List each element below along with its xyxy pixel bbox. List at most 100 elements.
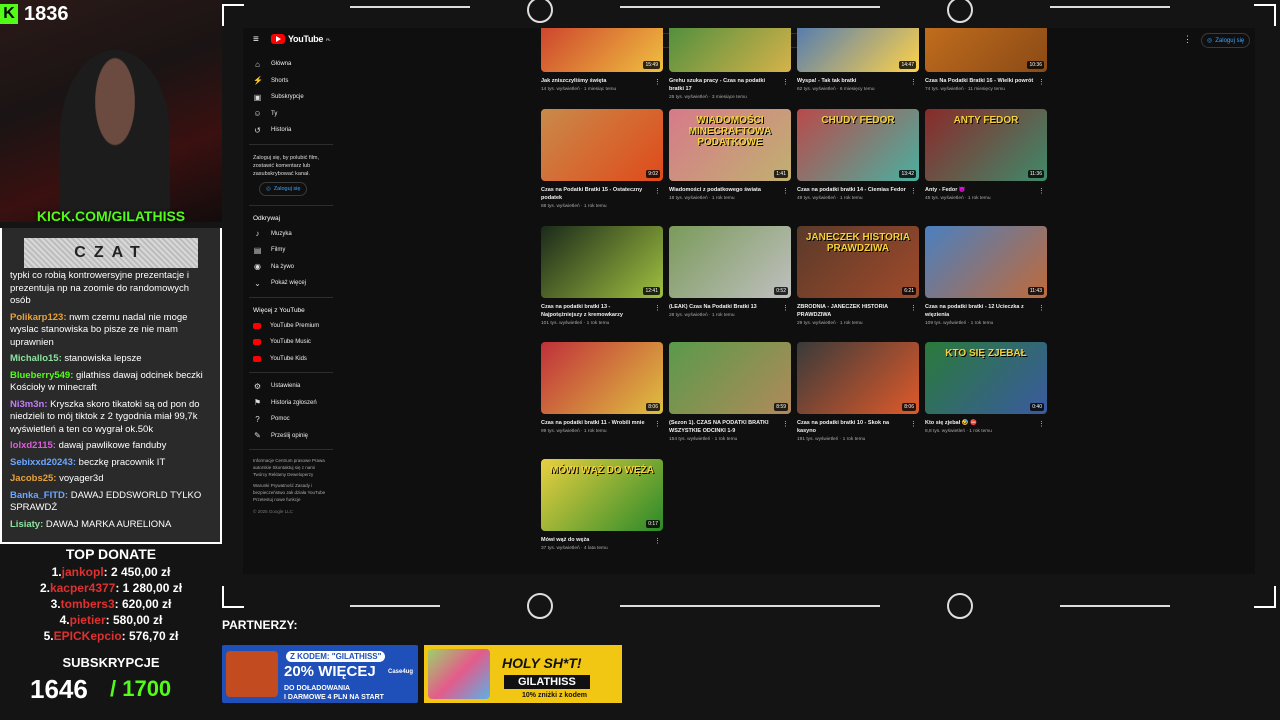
video-thumbnail[interactable]: 11:43	[925, 226, 1047, 298]
partner-banner-casehug[interactable]: Z KODEM: "GILATHISS" 20% WIĘCEJ DO DOŁAD…	[222, 645, 418, 703]
sidebar-item[interactable]: ⚙ Ustawienia	[243, 378, 339, 395]
video-title[interactable]: ZBRODNIA - JANECZEK HISTORIA PRAWDZIWA	[797, 303, 909, 319]
video-thumbnail[interactable]: 12:41	[541, 226, 663, 298]
video-card[interactable]: MÓWI WĄŻ DO WĘŻA 0:17 Mówi wąż do węża 37 t…	[541, 459, 663, 551]
video-card[interactable]: CHUDY FEDOR 13:42 Czas na podatki bratki 1…	[797, 109, 919, 201]
sidebar-signin-button[interactable]: ◎ Zaloguj się	[259, 181, 308, 196]
chat-username[interactable]: Blueberry549:	[10, 370, 73, 381]
chat-username[interactable]: Ni3m3n:	[10, 399, 47, 410]
video-thumbnail[interactable]: WIADOMOŚCI MINECRAFTOWA PODATKOWE 1:41	[669, 109, 791, 181]
chat-username[interactable]: Banka_FITD:	[10, 490, 68, 501]
youtube-logo[interactable]: YouTube PL	[271, 34, 331, 44]
video-title[interactable]: Czas na podatki bratki 14 - Ciemias Fedo…	[797, 186, 909, 194]
video-title[interactable]: Kto się zjebał 🤣 ⛔	[925, 419, 1037, 427]
sidebar-item[interactable]: ◉ Na żywo	[243, 259, 339, 276]
video-thumbnail[interactable]: 10:36	[925, 28, 1047, 72]
video-card[interactable]: 8:06 Czas na podatki bratki 11 - Wrobili …	[541, 342, 663, 434]
video-menu-icon[interactable]: ⋮	[1038, 304, 1045, 312]
chat-username[interactable]: Michallo15:	[10, 353, 62, 364]
video-card[interactable]: 10:36 Czas Na Podatki Bratki 16 - Wielki …	[925, 28, 1047, 92]
chat-username[interactable]: Lisiaty:	[10, 519, 43, 530]
video-card[interactable]: 8:59 (Sezon 1). CZAS NA PODATKI BRATKI WS…	[669, 342, 791, 442]
sidebar-item[interactable]: ⚡ Shorts	[243, 73, 339, 90]
video-title[interactable]: (Sezon 1). CZAS NA PODATKI BRATKI WSZYST…	[669, 419, 781, 435]
video-menu-icon[interactable]: ⋮	[1038, 78, 1045, 86]
video-card[interactable]: 14:47 Wyspa! - Tak tak bratki 62 tys. wyśw…	[797, 28, 919, 92]
video-title[interactable]: Czas na Podatki Bratki 15 - Ostateczny p…	[541, 186, 653, 202]
chat-username[interactable]: Polikarp123:	[10, 312, 67, 323]
sidebar-item[interactable]: ⌄ Pokaż więcej	[243, 275, 339, 292]
sidebar-item[interactable]: ▣ Subskrypcje	[243, 89, 339, 106]
chat-username[interactable]: Sebixxd20243:	[10, 457, 76, 468]
sidebar-item[interactable]: ? Pomoc	[243, 411, 339, 428]
sidebar-item[interactable]: ▤ Filmy	[243, 242, 339, 259]
video-card[interactable]: ANTY FEDOR 11:36 Anty - Fedor 👿 45 tys. wyś…	[925, 109, 1047, 201]
video-title[interactable]: Jak zniszczyliśmy święta	[541, 77, 653, 85]
chat-username[interactable]: lolxd2115:	[10, 440, 56, 451]
video-menu-icon[interactable]: ⋮	[654, 187, 661, 195]
chat-username[interactable]: Jacobs25:	[10, 473, 56, 484]
video-menu-icon[interactable]: ⋮	[1038, 187, 1045, 195]
sidebar-item[interactable]: ♪ Muzyka	[243, 226, 339, 243]
video-title[interactable]: Grehu szuka pracy - Czas na podatki brat…	[669, 77, 781, 93]
video-card[interactable]: 11:43 Czas na podatki bratki - 12 Ucieczk…	[925, 226, 1047, 326]
video-menu-icon[interactable]: ⋮	[654, 78, 661, 86]
video-menu-icon[interactable]: ⋮	[654, 420, 661, 428]
sidebar-item[interactable]: YouTube Music	[243, 334, 339, 351]
video-menu-icon[interactable]: ⋮	[1038, 420, 1045, 428]
video-thumbnail[interactable]: 9:02	[541, 109, 663, 181]
video-title[interactable]: Czas na podatki bratki 11 - Wrobili mnie	[541, 419, 653, 427]
video-thumbnail[interactable]: 8:06	[797, 342, 919, 414]
video-card[interactable]: KTO SIĘ ZJEBAŁ 0:40 Kto się zjebał 🤣 ⛔ 8,8 …	[925, 342, 1047, 434]
partner-banner-holyshit[interactable]: HOLY SH*T! GILATHISS 10% zniżki z kodem	[424, 645, 622, 703]
video-thumbnail[interactable]: ANTY FEDOR 11:36	[925, 109, 1047, 181]
sidebar-item[interactable]: ↺ Historia	[243, 122, 339, 139]
video-card[interactable]: 15:49 Jak zniszczyliśmy święta 14 tys. wyś…	[541, 28, 663, 92]
footer-links-2[interactable]: Warunki Prywatność Zasady i bezpieczeńst…	[253, 482, 329, 503]
video-title[interactable]: Czas na podatki bratki 13 - Najpotężniej…	[541, 303, 653, 319]
video-title[interactable]: Wiadomości z podatkowego świata	[669, 186, 781, 194]
hamburger-menu-icon[interactable]: ≡	[253, 35, 263, 45]
video-title[interactable]: (LEAK) Czas Na Podatki Bratki 13	[669, 303, 781, 311]
video-menu-icon[interactable]: ⋮	[782, 78, 789, 86]
video-thumbnail[interactable]: 0:52	[669, 226, 791, 298]
video-thumbnail[interactable]: JANECZEK HISTORIA PRAWDZIWA 6:21	[797, 226, 919, 298]
video-thumbnail[interactable]: MÓWI WĄŻ DO WĘŻA 0:17	[541, 459, 663, 531]
video-thumbnail[interactable]: 15:49	[541, 28, 663, 72]
video-menu-icon[interactable]: ⋮	[910, 304, 917, 312]
video-card[interactable]: JANECZEK HISTORIA PRAWDZIWA 6:21 ZBRODNIA …	[797, 226, 919, 326]
video-title[interactable]: Anty - Fedor 👿	[925, 186, 1037, 194]
video-card[interactable]: Grehu szuka pracy - Czas na podatki brat…	[669, 28, 791, 100]
video-thumbnail[interactable]: KTO SIĘ ZJEBAŁ 0:40	[925, 342, 1047, 414]
video-menu-icon[interactable]: ⋮	[782, 187, 789, 195]
video-title[interactable]: Czas na podatki bratki 10 - Skok na kasy…	[797, 419, 909, 435]
sidebar-item[interactable]: ⌂ Główna	[243, 56, 339, 73]
video-thumbnail[interactable]: 14:47	[797, 28, 919, 72]
video-thumbnail[interactable]: 8:06	[541, 342, 663, 414]
video-menu-icon[interactable]: ⋮	[782, 304, 789, 312]
signin-button[interactable]: ◎ Zaloguj się	[1201, 33, 1251, 48]
video-menu-icon[interactable]: ⋮	[910, 420, 917, 428]
sidebar-item[interactable]: ☺ Ty	[243, 106, 339, 123]
video-title[interactable]: Mówi wąż do węża	[541, 536, 653, 544]
video-thumbnail[interactable]: CHUDY FEDOR 13:42	[797, 109, 919, 181]
video-card[interactable]: 8:06 Czas na podatki bratki 10 - Skok na …	[797, 342, 919, 442]
footer-links-1[interactable]: Informacje Centrum prasowe Prawa autorsk…	[253, 457, 329, 478]
video-menu-icon[interactable]: ⋮	[654, 537, 661, 545]
video-card[interactable]: 9:02 Czas na Podatki Bratki 15 - Ostatecz…	[541, 109, 663, 209]
sidebar-item[interactable]: ✎ Prześlij opinię	[243, 428, 339, 445]
more-options-icon[interactable]: ⋮	[1183, 34, 1192, 45]
video-menu-icon[interactable]: ⋮	[910, 187, 917, 195]
sidebar-item[interactable]: YouTube Premium	[243, 318, 339, 335]
video-thumbnail[interactable]	[669, 28, 791, 72]
video-title[interactable]: Czas Na Podatki Bratki 16 - Wielki powró…	[925, 77, 1037, 85]
video-card[interactable]: 0:52 (LEAK) Czas Na Podatki Bratki 13 28 t…	[669, 226, 791, 318]
sidebar-item[interactable]: ⚑ Historia zgłoszeń	[243, 395, 339, 412]
video-menu-icon[interactable]: ⋮	[782, 420, 789, 428]
video-menu-icon[interactable]: ⋮	[910, 78, 917, 86]
video-thumbnail[interactable]: 8:59	[669, 342, 791, 414]
video-title[interactable]: Czas na podatki bratki - 12 Ucieczka z w…	[925, 303, 1037, 319]
sidebar-item[interactable]: YouTube Kids	[243, 351, 339, 368]
video-menu-icon[interactable]: ⋮	[654, 304, 661, 312]
video-title[interactable]: Wyspa! - Tak tak bratki	[797, 77, 909, 85]
